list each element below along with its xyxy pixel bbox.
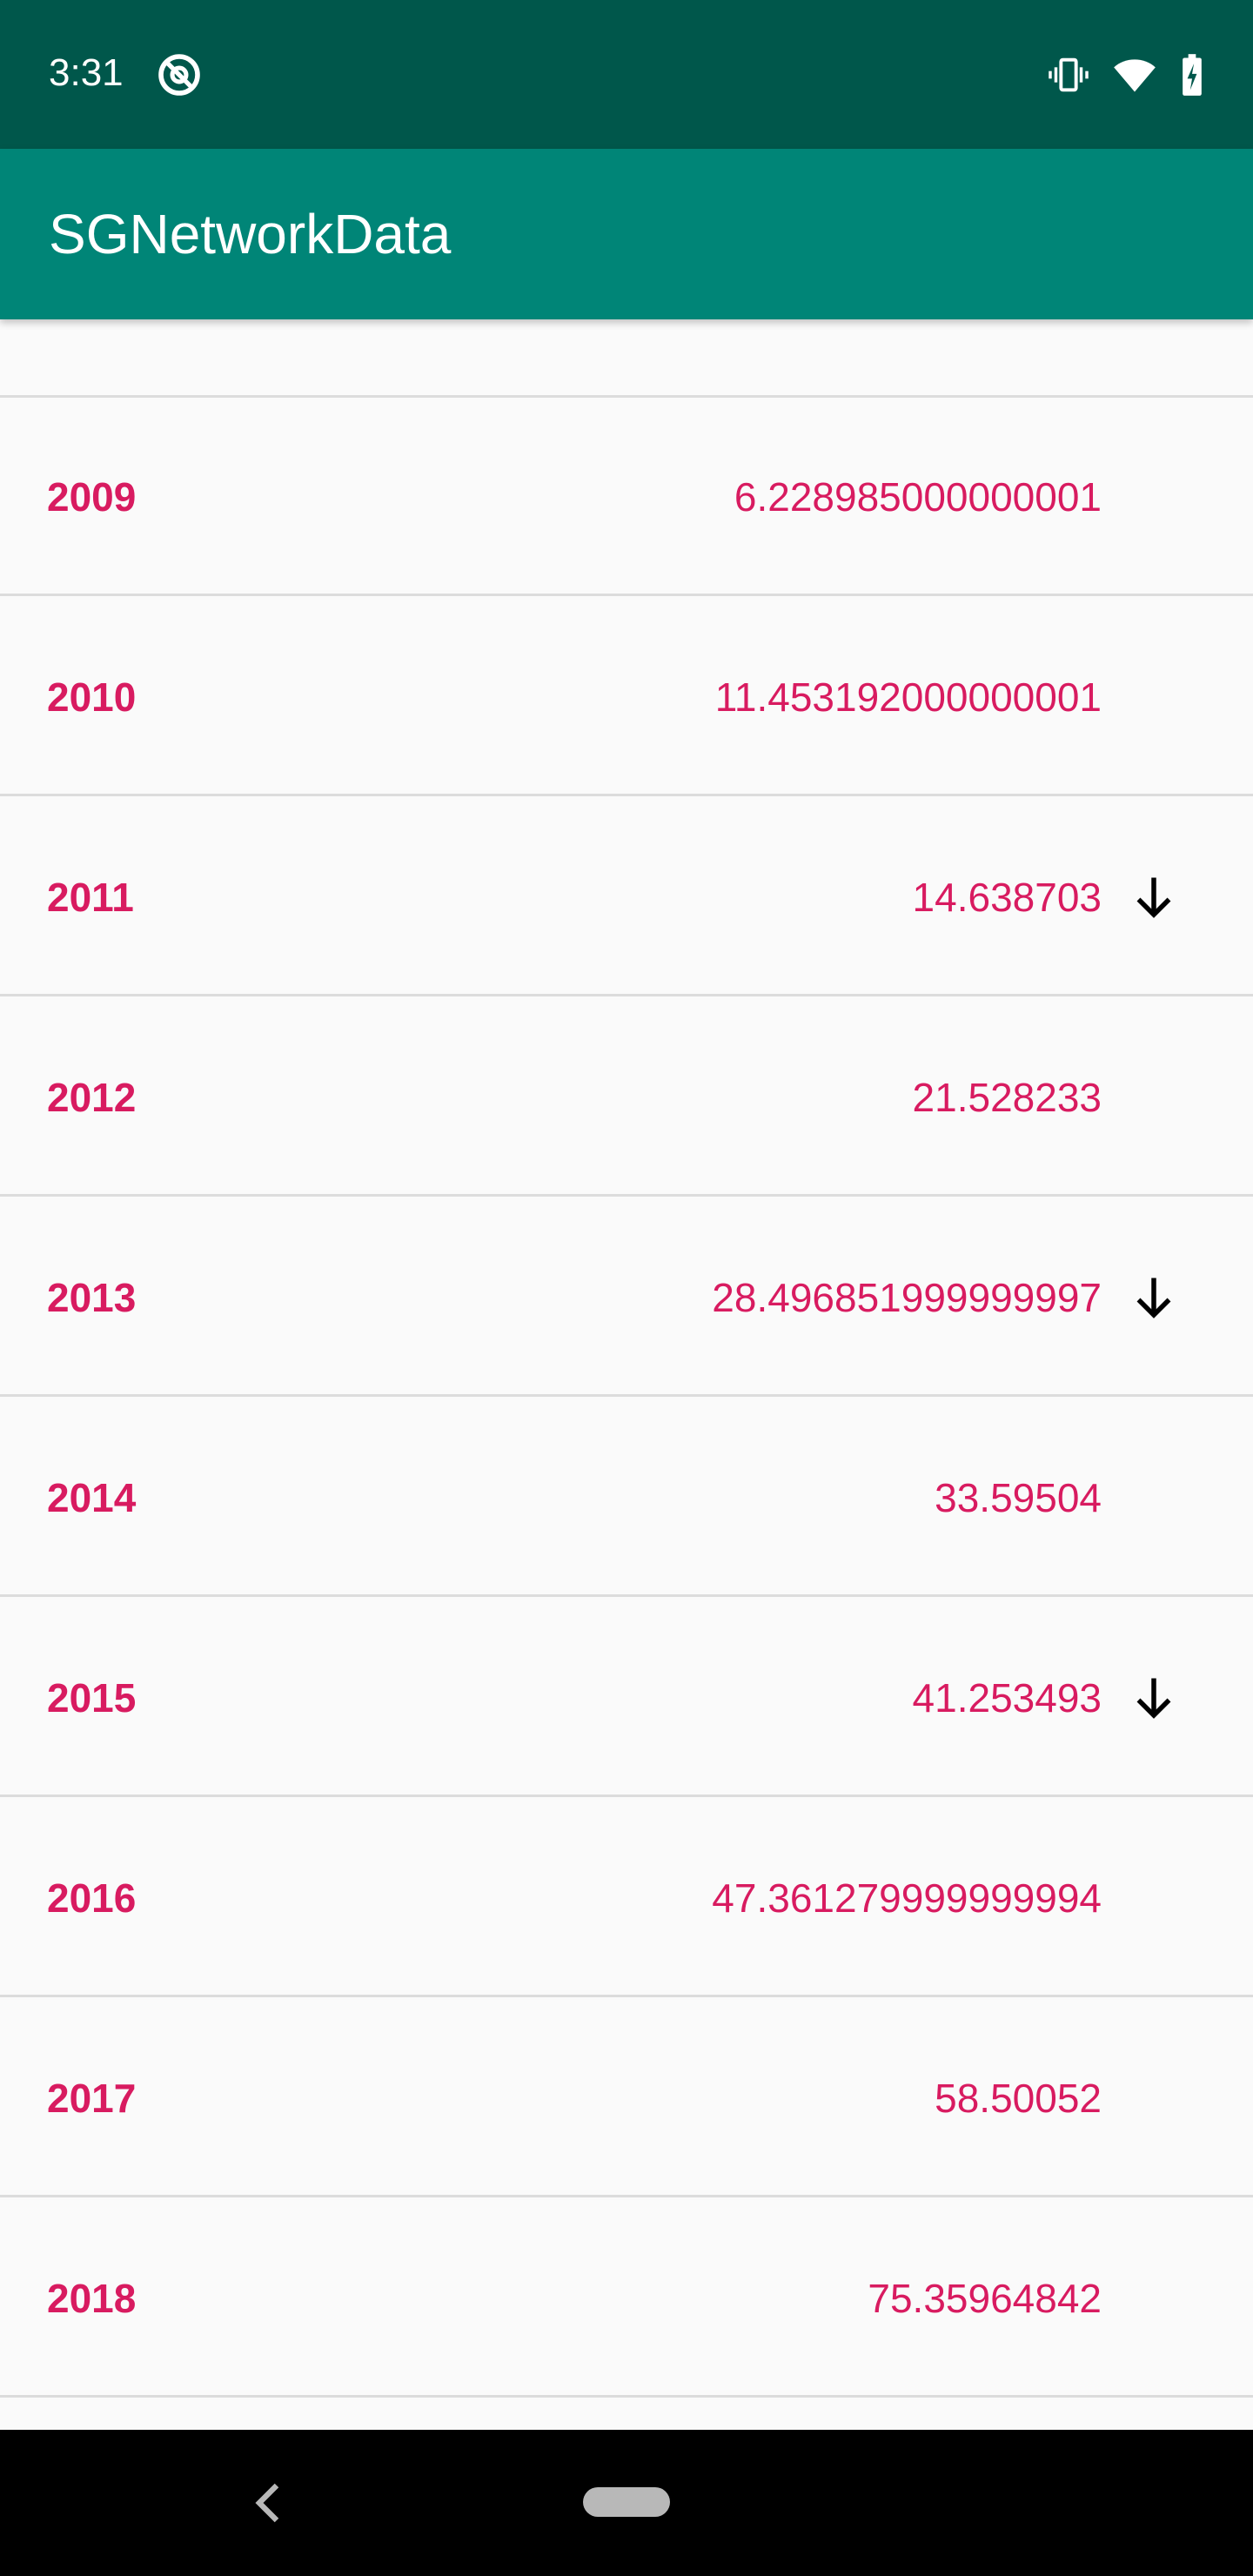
value-label: 75.35964842 xyxy=(868,2276,1102,2321)
year-label: 2016 xyxy=(47,1875,137,1921)
value-label: 11.453192000000001 xyxy=(714,674,1102,720)
arrow-down-icon[interactable] xyxy=(1128,1672,1180,1724)
year-label: 2011 xyxy=(47,875,134,920)
navigation-bar xyxy=(0,2430,1253,2576)
home-pill[interactable] xyxy=(583,2487,670,2517)
battery-charging-icon xyxy=(1183,54,1202,96)
status-time: 3:31 xyxy=(49,51,124,94)
year-label: 2018 xyxy=(47,2276,137,2321)
arrow-down-icon[interactable] xyxy=(1128,871,1180,923)
list-item[interactable]: 2018 75.35964842 xyxy=(0,2199,1253,2398)
value-label: 47.361279999999994 xyxy=(712,1875,1102,1921)
list-item[interactable]: 2011 14.638703 xyxy=(0,798,1253,996)
arrow-down-icon[interactable] xyxy=(1128,1271,1180,1324)
list-item[interactable]: 2012 21.528233 xyxy=(0,998,1253,1197)
year-label: 2010 xyxy=(47,674,137,720)
app-title: SGNetworkData xyxy=(49,203,452,265)
list-item[interactable]: 2010 11.453192000000001 xyxy=(0,598,1253,796)
app-bar: SGNetworkData xyxy=(0,149,1253,319)
vibrate-icon xyxy=(1049,57,1089,92)
at-sign-circle-icon xyxy=(158,54,200,96)
list-item[interactable]: 2017 58.50052 xyxy=(0,1999,1253,2197)
list-item[interactable]: 2013 28.496851999999997 xyxy=(0,1198,1253,1397)
value-label: 14.638703 xyxy=(912,875,1102,920)
list-item[interactable]: 2015 41.253493 xyxy=(0,1599,1253,1797)
status-icons xyxy=(1046,50,1206,99)
list-item[interactable]: 2008 1.543719 xyxy=(0,319,1253,398)
year-label: 2008 xyxy=(47,319,136,398)
year-label: 2017 xyxy=(47,2076,137,2121)
value-label: 28.496851999999997 xyxy=(712,1275,1102,1320)
year-label: 2012 xyxy=(47,1075,137,1120)
value-label: 6.228985000000001 xyxy=(734,474,1102,520)
data-list[interactable]: 2008 1.543719 2009 6.228985000000001 201… xyxy=(0,319,1253,2430)
value-label: 41.253493 xyxy=(912,1675,1102,1721)
year-label: 2013 xyxy=(47,1275,137,1320)
year-label: 2015 xyxy=(47,1675,137,1721)
status-bar: 3:31 xyxy=(0,0,1253,149)
value-label: 58.50052 xyxy=(935,2076,1102,2121)
year-label: 2009 xyxy=(47,474,137,520)
value-label: 1.543719 xyxy=(935,319,1102,398)
year-label: 2014 xyxy=(47,1475,137,1520)
wifi-icon xyxy=(1114,59,1156,92)
value-label: 33.59504 xyxy=(935,1475,1102,1520)
list-item[interactable]: 2016 47.361279999999994 xyxy=(0,1799,1253,1997)
value-label: 21.528233 xyxy=(912,1075,1102,1120)
back-icon[interactable] xyxy=(252,2479,287,2527)
list-item[interactable]: 2009 6.228985000000001 xyxy=(0,398,1253,596)
list-item[interactable]: 2014 33.59504 xyxy=(0,1399,1253,1597)
